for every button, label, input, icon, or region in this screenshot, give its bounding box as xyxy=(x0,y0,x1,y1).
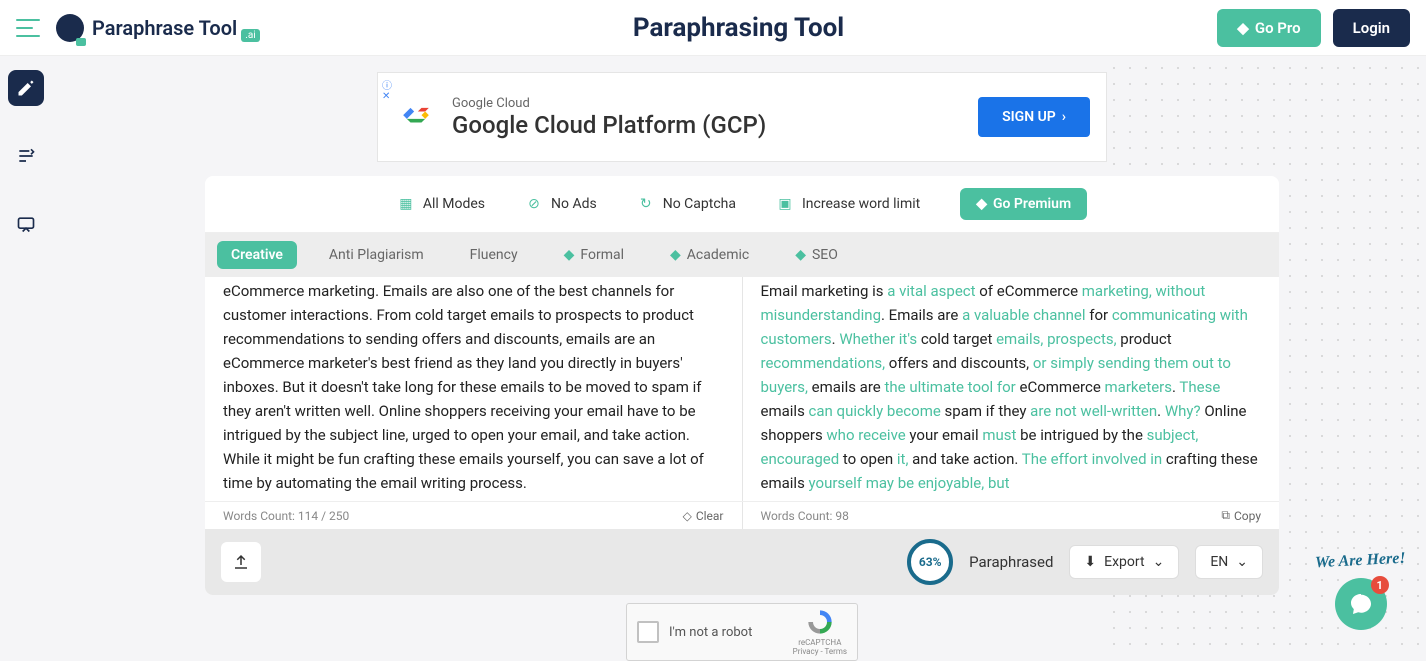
input-footer: Words Count: 114 / 250 ◇ Clear xyxy=(205,502,743,529)
output-text: Email marketing is a vital aspect of eCo… xyxy=(761,277,1262,495)
diamond-icon: ◆ xyxy=(564,247,575,263)
input-pane[interactable]: eCommerce marketing. Emails are also one… xyxy=(205,277,743,501)
grid-icon: ▦ xyxy=(397,195,415,213)
chat-badge: 1 xyxy=(1371,576,1389,594)
chevron-down-icon: ⌄ xyxy=(1153,554,1165,570)
download-icon: ⬇ xyxy=(1084,554,1096,570)
logo[interactable]: Paraphrase Tool .ai xyxy=(56,13,260,42)
feature-no-captcha: ↻ No Captcha xyxy=(637,195,736,213)
ad-close-icon[interactable]: ✕ xyxy=(382,91,390,102)
chevron-right-icon: › xyxy=(1062,109,1066,125)
chat-icon xyxy=(1349,592,1373,616)
input-text[interactable]: eCommerce marketing. Emails are also one… xyxy=(223,277,724,495)
recaptcha-badge: reCAPTCHA Privacy - Terms xyxy=(793,608,847,656)
output-footer: Words Count: 98 ⧉ Copy xyxy=(743,502,1280,529)
eraser-icon: ◇ xyxy=(683,509,692,523)
ad-info-icon[interactable]: ⓘ xyxy=(382,77,392,92)
clear-button[interactable]: ◇ Clear xyxy=(683,509,724,523)
go-pro-label: Go Pro xyxy=(1255,19,1301,37)
language-select[interactable]: EN ⌄ xyxy=(1195,545,1263,579)
tab-creative[interactable]: Creative xyxy=(217,241,297,269)
ad-subtitle: Google Cloud xyxy=(452,96,766,111)
recaptcha-text: I'm not a robot xyxy=(669,625,783,640)
recaptcha[interactable]: I'm not a robot reCAPTCHA Privacy - Term… xyxy=(626,603,858,661)
chat-button[interactable]: 1 xyxy=(1335,578,1387,630)
sidebar-chat-icon[interactable] xyxy=(8,206,44,242)
export-select[interactable]: ⬇ Export ⌄ xyxy=(1069,545,1179,579)
go-premium-button[interactable]: ◆ Go Premium xyxy=(960,188,1087,220)
logo-icon xyxy=(56,14,84,42)
help-float: We Are Here! 1 xyxy=(1315,552,1406,630)
logo-badge: .ai xyxy=(241,29,260,42)
feature-no-ads: ⊘ No Ads xyxy=(525,195,597,213)
we-are-here-text: We Are Here! xyxy=(1315,550,1406,573)
output-word-count: Words Count: 98 xyxy=(761,509,849,523)
diamond-icon: ◆ xyxy=(976,196,987,212)
login-button[interactable]: Login xyxy=(1333,9,1410,47)
header: Paraphrase Tool .ai Paraphrasing Tool ◆ … xyxy=(0,0,1426,56)
diamond-icon: ◆ xyxy=(795,247,806,263)
ad-title: Google Cloud Platform (GCP) xyxy=(452,111,766,139)
logo-text: Paraphrase Tool xyxy=(92,16,237,40)
tab-seo[interactable]: ◆SEO xyxy=(781,241,852,269)
mode-tabs: Creative Anti Plagiarism Fluency ◆Formal… xyxy=(205,233,1279,277)
output-pane: Email marketing is a vital aspect of eCo… xyxy=(743,277,1280,501)
ad-signup-button[interactable]: SIGN UP › xyxy=(978,97,1090,137)
go-pro-button[interactable]: ◆ Go Pro xyxy=(1217,9,1320,47)
recaptcha-icon xyxy=(806,608,834,636)
sidebar-summarize-icon[interactable] xyxy=(8,138,44,174)
page-title: Paraphrasing Tool xyxy=(260,13,1218,43)
sidebar xyxy=(8,70,44,242)
ad-cta-label: SIGN UP xyxy=(1002,109,1056,125)
feature-word-limit: ▣ Increase word limit xyxy=(776,195,920,213)
chevron-down-icon: ⌄ xyxy=(1236,554,1248,570)
sidebar-paraphrase-icon[interactable] xyxy=(8,70,44,106)
tab-formal[interactable]: ◆Formal xyxy=(550,241,638,269)
upload-icon xyxy=(232,553,250,571)
tab-academic[interactable]: ◆Academic xyxy=(656,241,763,269)
copy-button[interactable]: ⧉ Copy xyxy=(1221,508,1261,523)
tab-anti-plagiarism[interactable]: Anti Plagiarism xyxy=(315,241,438,269)
tool-container: ▦ All Modes ⊘ No Ads ↻ No Captcha ▣ Incr… xyxy=(205,176,1279,595)
diamond-icon: ◆ xyxy=(1237,19,1249,37)
no-ads-icon: ⊘ xyxy=(525,195,543,213)
paraphrased-label: Paraphrased xyxy=(969,553,1053,571)
feature-all-modes: ▦ All Modes xyxy=(397,195,485,213)
recaptcha-checkbox[interactable] xyxy=(637,621,659,643)
refresh-icon: ↻ xyxy=(637,195,655,213)
percent-circle: 63% xyxy=(907,539,953,585)
upload-button[interactable] xyxy=(221,542,261,582)
google-cloud-icon xyxy=(394,95,438,139)
diamond-icon: ◆ xyxy=(670,247,681,263)
go-premium-label: Go Premium xyxy=(993,196,1071,212)
menu-icon[interactable] xyxy=(16,19,40,37)
copy-icon: ⧉ xyxy=(1221,508,1230,523)
input-word-count: Words Count: 114 / 250 xyxy=(223,509,349,523)
bottom-bar: 63% Paraphrased ⬇ Export ⌄ EN ⌄ xyxy=(205,529,1279,595)
premium-bar: ▦ All Modes ⊘ No Ads ↻ No Captcha ▣ Incr… xyxy=(205,176,1279,233)
tab-fluency[interactable]: Fluency xyxy=(456,241,532,269)
word-icon: ▣ xyxy=(776,195,794,213)
ad-banner: ⓘ ✕ Google Cloud Google Cloud Platform (… xyxy=(377,72,1107,162)
